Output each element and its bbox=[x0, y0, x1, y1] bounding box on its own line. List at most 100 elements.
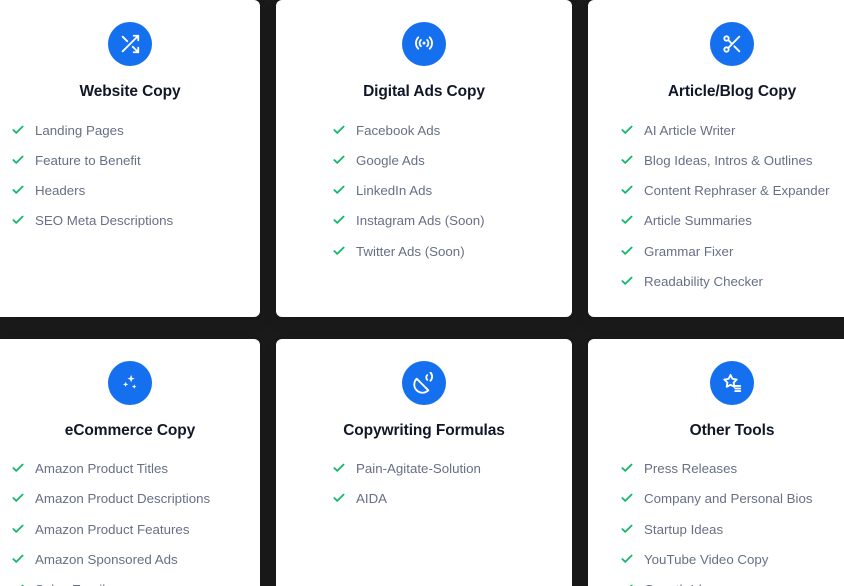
list-item[interactable]: Amazon Product Titles bbox=[11, 454, 250, 484]
list-item-label: Grammar Fixer bbox=[644, 243, 734, 259]
list-item[interactable]: Twitter Ads (Soon) bbox=[332, 236, 562, 266]
feature-list: AI Article Writer Blog Ideas, Intros & O… bbox=[588, 115, 844, 297]
check-icon bbox=[620, 183, 634, 197]
check-icon bbox=[11, 552, 25, 566]
list-item-label: Amazon Sponsored Ads bbox=[35, 552, 178, 568]
list-item-label: Amazon Product Titles bbox=[35, 461, 169, 477]
list-item-label: Startup Ideas bbox=[644, 521, 724, 537]
list-item[interactable]: Headers bbox=[11, 176, 250, 206]
list-item-label: Landing Pages bbox=[35, 122, 124, 138]
card-title: Article/Blog Copy bbox=[667, 83, 797, 100]
list-item-label: Sales Emails bbox=[35, 581, 112, 586]
check-icon bbox=[620, 123, 634, 137]
list-item-label: Google Ads bbox=[356, 152, 425, 168]
list-item[interactable]: Press Releases bbox=[620, 454, 844, 484]
feature-list: Facebook Ads Google Ads LinkedIn Ads Ins… bbox=[276, 115, 572, 266]
check-icon bbox=[332, 123, 346, 137]
list-item-label: LinkedIn Ads bbox=[356, 183, 433, 199]
list-item-label: Company and Personal Bios bbox=[644, 491, 813, 507]
feature-card-website-copy[interactable]: Website Copy Landing Pages Feature to Be… bbox=[0, 0, 260, 317]
list-item-label: SEO Meta Descriptions bbox=[35, 213, 174, 229]
list-item[interactable]: Company and Personal Bios bbox=[620, 484, 844, 514]
card-title: Other Tools bbox=[689, 421, 775, 439]
list-item[interactable]: Landing Pages bbox=[11, 115, 250, 145]
star-list-icon bbox=[710, 360, 754, 405]
check-icon bbox=[11, 582, 25, 586]
feature-card-article-blog-copy[interactable]: Article/Blog Copy AI Article Writer Blog… bbox=[588, 0, 844, 317]
check-icon bbox=[620, 491, 634, 505]
feature-card-ecommerce-copy[interactable]: eCommerce Copy Amazon Product Titles Ama… bbox=[0, 338, 260, 586]
scissors-icon bbox=[710, 22, 754, 66]
list-item[interactable]: Feature to Benefit bbox=[11, 145, 250, 175]
list-item[interactable]: Facebook Ads bbox=[332, 115, 562, 145]
list-item[interactable]: Blog Ideas, Intros & Outlines bbox=[620, 145, 844, 175]
check-icon bbox=[620, 213, 634, 227]
list-item-label: Feature to Benefit bbox=[35, 152, 141, 168]
list-item-label: Press Releases bbox=[644, 461, 738, 477]
card-title: Digital Ads Copy bbox=[363, 83, 485, 100]
list-item[interactable]: LinkedIn Ads bbox=[332, 176, 562, 206]
list-item[interactable]: Startup Ideas bbox=[620, 514, 844, 544]
check-icon bbox=[620, 274, 634, 288]
list-item[interactable]: SEO Meta Descriptions bbox=[11, 206, 250, 236]
check-icon bbox=[620, 153, 634, 167]
list-item[interactable]: Amazon Product Features bbox=[11, 514, 250, 544]
list-item-label: Content Rephraser & Expander bbox=[644, 183, 830, 199]
check-icon bbox=[620, 244, 634, 258]
check-icon bbox=[11, 491, 25, 505]
card-title: Website Copy bbox=[79, 83, 181, 100]
check-icon bbox=[620, 552, 634, 566]
check-icon bbox=[11, 213, 25, 227]
sparkles-icon bbox=[108, 360, 152, 405]
list-item[interactable]: AI Article Writer bbox=[620, 115, 844, 145]
card-title: eCommerce Copy bbox=[64, 421, 196, 439]
list-item-label: Amazon Product Features bbox=[35, 521, 190, 537]
list-item[interactable]: YouTube Video Copy bbox=[620, 545, 844, 575]
check-icon bbox=[332, 213, 346, 227]
check-icon bbox=[620, 582, 634, 586]
list-item[interactable]: Sales Emails bbox=[11, 575, 250, 586]
list-item[interactable]: Google Ads bbox=[332, 145, 562, 175]
feature-list: Press Releases Company and Personal Bios… bbox=[588, 454, 844, 586]
satellite-dish-icon bbox=[402, 360, 446, 405]
list-item[interactable]: Amazon Product Descriptions bbox=[11, 484, 250, 514]
check-icon bbox=[332, 491, 346, 505]
list-item-label: YouTube Video Copy bbox=[644, 552, 769, 568]
feature-card-copywriting-formulas[interactable]: Copywriting Formulas Pain-Agitate-Soluti… bbox=[276, 338, 572, 586]
list-item[interactable]: Amazon Sponsored Ads bbox=[11, 545, 250, 575]
feature-list: Landing Pages Feature to Benefit Headers… bbox=[0, 115, 260, 236]
check-icon bbox=[620, 461, 634, 475]
list-item-label: Headers bbox=[35, 183, 86, 199]
feature-list: Amazon Product Titles Amazon Product Des… bbox=[0, 454, 260, 586]
list-item-label: Growth Ideas bbox=[644, 581, 723, 586]
list-item[interactable]: Grammar Fixer bbox=[620, 236, 844, 266]
list-item[interactable]: Pain-Agitate-Solution bbox=[332, 454, 562, 484]
list-item[interactable]: Content Rephraser & Expander bbox=[620, 176, 844, 206]
list-item-label: Facebook Ads bbox=[356, 122, 441, 138]
list-item[interactable]: Readability Checker bbox=[620, 266, 844, 296]
check-icon bbox=[11, 522, 25, 536]
list-item-label: Article Summaries bbox=[644, 213, 752, 229]
feature-grid-page: Website Copy Landing Pages Feature to Be… bbox=[0, 0, 844, 586]
check-icon bbox=[11, 153, 25, 167]
check-icon bbox=[11, 123, 25, 137]
list-item-label: AI Article Writer bbox=[644, 122, 736, 138]
broadcast-icon bbox=[402, 22, 446, 66]
list-item-label: AIDA bbox=[356, 491, 388, 507]
feature-card-digital-ads-copy[interactable]: Digital Ads Copy Facebook Ads Google Ads… bbox=[276, 0, 572, 317]
feature-cards-grid: Website Copy Landing Pages Feature to Be… bbox=[0, 0, 844, 586]
list-item[interactable]: Article Summaries bbox=[620, 206, 844, 236]
check-icon bbox=[11, 183, 25, 197]
list-item-label: Blog Ideas, Intros & Outlines bbox=[644, 152, 813, 168]
list-item[interactable]: Instagram Ads (Soon) bbox=[332, 206, 562, 236]
list-item[interactable]: AIDA bbox=[332, 484, 562, 514]
check-icon bbox=[332, 183, 346, 197]
check-icon bbox=[332, 153, 346, 167]
check-icon bbox=[620, 522, 634, 536]
shuffle-icon bbox=[108, 22, 152, 66]
list-item[interactable]: Growth Ideas bbox=[620, 575, 844, 586]
list-item-label: Amazon Product Descriptions bbox=[35, 491, 211, 507]
list-item-label: Pain-Agitate-Solution bbox=[356, 461, 481, 477]
feature-list: Pain-Agitate-Solution AIDA bbox=[276, 454, 572, 515]
feature-card-other-tools[interactable]: Other Tools Press Releases Company and P… bbox=[588, 338, 844, 586]
